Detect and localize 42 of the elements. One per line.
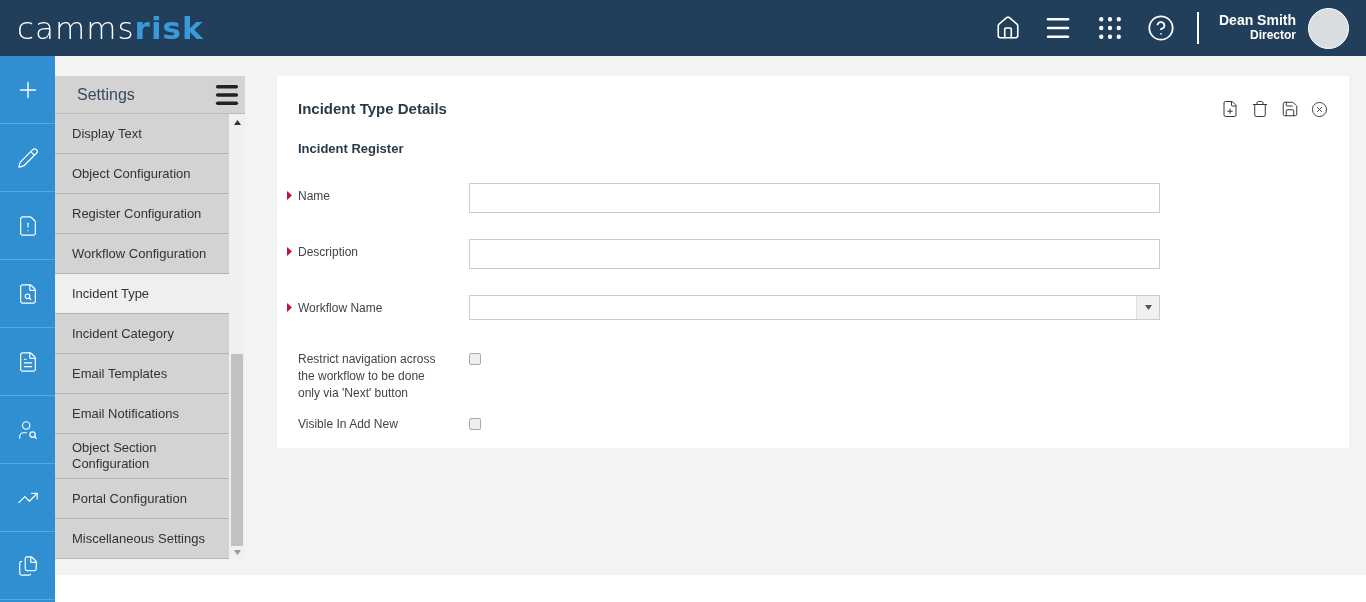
details-subtitle: Incident Register [298, 139, 405, 158]
settings-menu-item[interactable]: Object Section Configuration [55, 434, 229, 479]
field-label: Name [298, 188, 330, 205]
settings-menu-item[interactable]: Display Text [55, 114, 229, 154]
settings-menu-item[interactable]: Email Templates [55, 354, 229, 394]
pencil-icon [16, 146, 39, 169]
checkbox[interactable] [469, 418, 481, 430]
user-search-icon [16, 418, 39, 441]
dropdown-field[interactable] [469, 295, 1160, 320]
home-icon[interactable] [995, 15, 1021, 41]
field-label: Visible In Add New [298, 416, 398, 433]
checkbox[interactable] [469, 353, 481, 365]
scrollbar-thumb[interactable] [231, 354, 243, 546]
settings-menu-item[interactable]: Portal Configuration [55, 479, 229, 519]
help-icon[interactable] [1147, 14, 1175, 42]
details-title: Incident Type Details [298, 99, 447, 119]
user-role: Director [1250, 28, 1296, 43]
user-name: Dean Smith [1219, 13, 1296, 28]
settings-menu-item[interactable]: Email Notifications [55, 394, 229, 434]
save-icon[interactable] [1281, 100, 1299, 118]
settings-menu-item[interactable]: Register Configuration [55, 194, 229, 234]
logo: cammsrisk [17, 12, 204, 44]
settings-menu-item[interactable]: Incident Category [55, 314, 229, 354]
scroll-up-arrow-icon[interactable] [233, 120, 241, 125]
text-field[interactable] [469, 183, 1160, 213]
field-label: Restrict navigation across the workflow to be done only via 'Next' button [298, 351, 437, 402]
dropdown-arrow-button[interactable] [1136, 296, 1159, 319]
settings-title: Settings [77, 84, 135, 105]
scroll-down-arrow-icon[interactable] [233, 550, 241, 555]
text-field[interactable] [469, 239, 1160, 269]
documents-icon [16, 554, 39, 577]
settings-menu-item[interactable]: Object Configuration [55, 154, 229, 194]
field-label: Workflow Name [298, 300, 383, 317]
close-icon[interactable] [1311, 100, 1328, 118]
add-document-icon[interactable] [1221, 100, 1239, 118]
settings-menu-item[interactable]: Incident Type [55, 274, 229, 314]
field-label: Description [298, 244, 359, 261]
settings-menu-item[interactable]: Workflow Configuration [55, 234, 229, 274]
avatar[interactable] [1308, 7, 1349, 49]
delete-icon[interactable] [1251, 100, 1269, 118]
settings-menu-item[interactable]: Miscellaneous Settings [55, 519, 229, 559]
caret-down-icon [1144, 305, 1152, 310]
